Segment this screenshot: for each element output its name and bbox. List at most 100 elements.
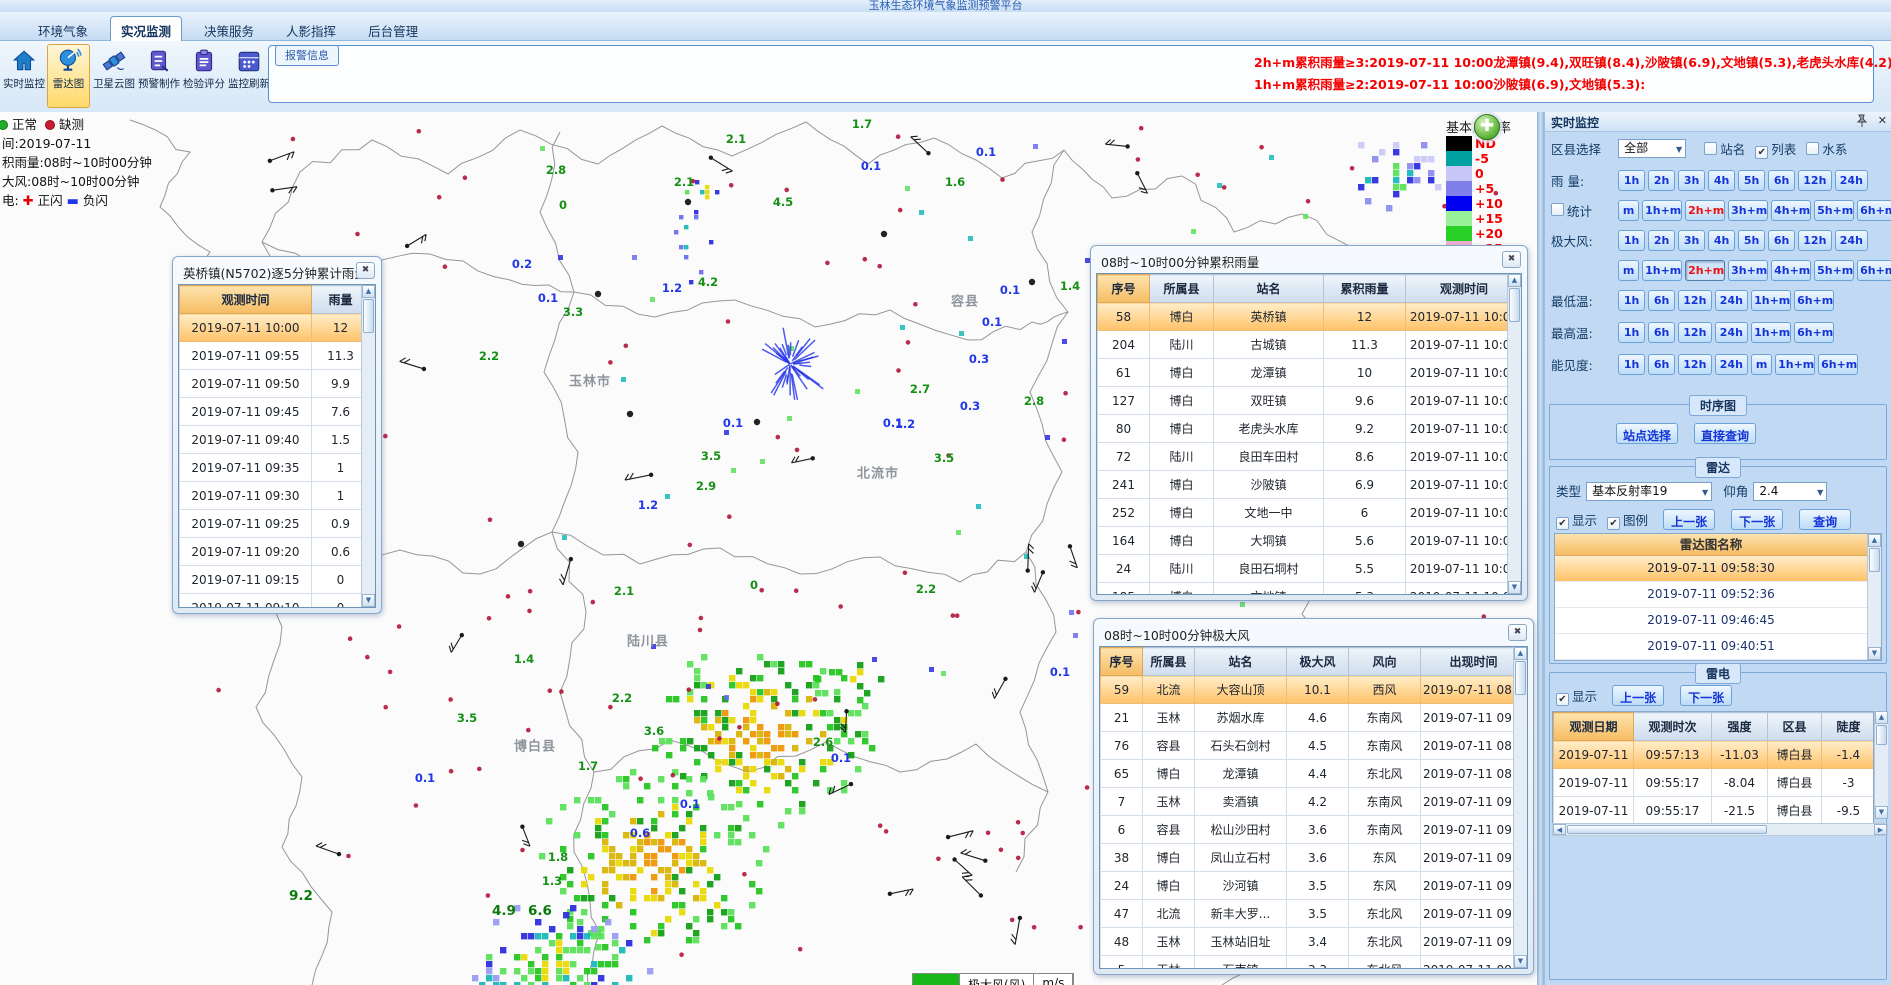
column-header[interactable]: 观测时间	[180, 286, 312, 314]
button-6h[interactable]: 6h	[1768, 230, 1795, 251]
table-row[interactable]: 241博白沙陂镇6.92019-07-11 10:00	[1098, 471, 1508, 499]
button-4h[interactable]: 4h	[1708, 230, 1735, 251]
toolbar-button-实时监控[interactable]: 实时监控	[2, 44, 45, 108]
button-1h[interactable]: 1h	[1618, 170, 1645, 191]
table-row[interactable]: 65博白龙潭镇4.4东北风2019-07-11 08:34	[1101, 760, 1514, 788]
table-row[interactable]: 2019-07-11 10:0012	[180, 314, 362, 342]
close-icon[interactable]: ✖	[1502, 251, 1521, 268]
button-4h+m[interactable]: 4h+m	[1771, 260, 1811, 281]
button-12h[interactable]: 12h	[1678, 290, 1712, 311]
table-row[interactable]: 48玉林玉林站旧址3.4东北风2019-07-11 09:09	[1101, 928, 1514, 956]
table-row[interactable]: 58博白英桥镇122019-07-11 10:00	[1098, 303, 1508, 331]
button-3h+m[interactable]: 3h+m	[1728, 200, 1768, 221]
table-row[interactable]: 2019-07-11 09:250.9	[180, 510, 362, 538]
column-header[interactable]: 风向	[1349, 648, 1421, 676]
scrollbar-thumb[interactable]	[363, 299, 374, 333]
checkbox[interactable]: ✔	[1607, 517, 1620, 530]
button-1h+m[interactable]: 1h+m	[1642, 200, 1682, 221]
button-24h[interactable]: 24h	[1715, 322, 1749, 343]
scroll-right-icon[interactable]: ▶	[1874, 824, 1887, 835]
button-2h+m[interactable]: 2h+m	[1685, 260, 1725, 281]
button-5h+m[interactable]: 5h+m	[1814, 200, 1854, 221]
button-上一张[interactable]: 上一张	[1663, 509, 1715, 530]
button-5h+m[interactable]: 5h+m	[1814, 260, 1854, 281]
button-直接查询[interactable]: 直接查询	[1694, 423, 1756, 444]
radar-image-item[interactable]: 2019-07-11 09:46:45	[1555, 608, 1867, 634]
table-row[interactable]: 59北流大容山顶10.1西风2019-07-11 08:47	[1101, 676, 1514, 704]
column-header[interactable]: 所属县	[1143, 648, 1195, 676]
panel-splitter[interactable]	[1537, 112, 1544, 985]
table-row[interactable]: 2019-07-11 09:150	[180, 566, 362, 594]
table-row[interactable]: 127博白双旺镇9.62019-07-11 10:00	[1098, 387, 1508, 415]
button-6h+m[interactable]: 6h+m	[1794, 322, 1834, 343]
column-header[interactable]: 累积雨量	[1324, 275, 1406, 303]
button-6h[interactable]: 6h	[1648, 322, 1675, 343]
checkbox[interactable]	[1704, 142, 1717, 155]
button-上一张[interactable]: 上一张	[1612, 685, 1664, 706]
column-header[interactable]: 站名	[1195, 648, 1287, 676]
table-row[interactable]: 47北流新丰大罗...3.5东北风2019-07-11 09:12	[1101, 900, 1514, 928]
table-row[interactable]: 21玉林苏烟水库4.6东南风2019-07-11 09:49	[1101, 704, 1514, 732]
button-6h+m[interactable]: 6h+m	[1857, 200, 1891, 221]
district-select[interactable]: 全部 ▼	[1618, 139, 1686, 158]
button-3h[interactable]: 3h	[1678, 170, 1705, 191]
button-查询[interactable]: 查询	[1799, 509, 1851, 530]
table-row[interactable]: 164博白大垌镇5.62019-07-11 10:00	[1098, 527, 1508, 555]
pin-icon[interactable]	[1857, 114, 1868, 133]
checkbox[interactable]	[1806, 142, 1819, 155]
scroll-up-icon[interactable]: ▲	[1508, 274, 1521, 287]
table-row[interactable]: 6容县松山沙田村3.6东南风2019-07-11 09:59	[1101, 816, 1514, 844]
scroll-down-icon[interactable]: ▼	[1508, 581, 1521, 594]
button-4h+m[interactable]: 4h+m	[1771, 200, 1811, 221]
button-m[interactable]: m	[1618, 200, 1639, 221]
vertical-scrollbar[interactable]: ▲ ▼	[1507, 274, 1521, 594]
button-12h[interactable]: 12h	[1798, 170, 1832, 191]
column-header[interactable]: 陡度	[1822, 713, 1875, 741]
button-6h[interactable]: 6h	[1768, 170, 1795, 191]
button-24h[interactable]: 24h	[1835, 170, 1869, 191]
toolbar-button-监控刷新[interactable]: 监控刷新	[227, 44, 270, 108]
toolbar-button-雷达图[interactable]: 雷达图	[47, 44, 90, 108]
table-row[interactable]: 2019-07-11 09:301	[180, 482, 362, 510]
scroll-up-icon[interactable]: ▲	[362, 285, 375, 298]
button-3h[interactable]: 3h	[1678, 230, 1705, 251]
table-row[interactable]: 76容县石头石剑村4.5东南风2019-07-11 08:08	[1101, 732, 1514, 760]
button-下一张[interactable]: 下一张	[1731, 509, 1783, 530]
table-row[interactable]: 24博白沙河镇3.5东风2019-07-11 09:46	[1101, 872, 1514, 900]
table-row[interactable]: 2019-07-11 09:401.5	[180, 426, 362, 454]
button-4h[interactable]: 4h	[1708, 170, 1735, 191]
table-row[interactable]: 2019-07-11 09:509.9	[180, 370, 362, 398]
button-12h[interactable]: 12h	[1798, 230, 1832, 251]
button-2h[interactable]: 2h	[1648, 170, 1675, 191]
button-1h[interactable]: 1h	[1618, 354, 1645, 375]
column-header[interactable]: 极大风	[1287, 648, 1349, 676]
radar-image-item[interactable]: 2019-07-11 09:40:51	[1555, 634, 1867, 660]
column-header[interactable]: 强度	[1712, 713, 1768, 741]
vertical-scrollbar[interactable]: ▲ ▼	[361, 285, 375, 607]
table-row[interactable]: 252博白文地一中62019-07-11 10:00	[1098, 499, 1508, 527]
column-header[interactable]: 雨量	[312, 286, 362, 314]
radar-type-select[interactable]: 基本反射率19 ▼	[1586, 482, 1712, 501]
button-6h[interactable]: 6h	[1648, 354, 1675, 375]
scroll-up-icon[interactable]: ▲	[1875, 711, 1888, 724]
toolbar-button-检验评分[interactable]: 检验评分	[182, 44, 225, 108]
radar-elev-select[interactable]: 2.4 ▼	[1753, 482, 1827, 501]
button-下一张[interactable]: 下一张	[1680, 685, 1732, 706]
column-header[interactable]: 站名	[1214, 275, 1324, 303]
vertical-scrollbar[interactable]: ▲ ▼	[1867, 534, 1881, 660]
button-1h+m[interactable]: 1h+m	[1751, 322, 1791, 343]
checkbox[interactable]: ✔	[1556, 693, 1569, 706]
button-2h[interactable]: 2h	[1648, 230, 1675, 251]
table-row[interactable]: 2019-07-1109:55:17-8.04博白县-3	[1554, 769, 1875, 797]
stat-checkbox[interactable]: 统计	[1551, 201, 1613, 220]
table-row[interactable]: 185博白文地镇5.32019-07-11 10:00	[1098, 583, 1508, 595]
button-3h+m[interactable]: 3h+m	[1728, 260, 1768, 281]
checkbox[interactable]: ✔	[1755, 146, 1768, 159]
table-row[interactable]: 61博白龙潭镇102019-07-11 10:00	[1098, 359, 1508, 387]
button-1h[interactable]: 1h	[1618, 230, 1645, 251]
button-24h[interactable]: 24h	[1835, 230, 1869, 251]
table-row[interactable]: 2019-07-1109:55:17-21.5博白县-9.511	[1554, 797, 1875, 825]
button-6h+m[interactable]: 6h+m	[1857, 260, 1891, 281]
scrollbar-thumb[interactable]	[1509, 288, 1520, 322]
button-24h[interactable]: 24h	[1715, 290, 1749, 311]
